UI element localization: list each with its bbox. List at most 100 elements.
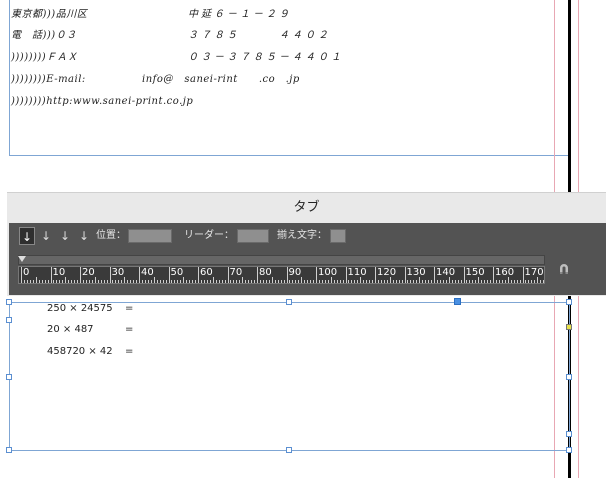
ruler-minor-tick: [121, 280, 123, 283]
ruler-label: 100: [318, 267, 338, 278]
ruler-minor-tick: [516, 280, 518, 283]
address-line-4-email: info@ sanei-rint .co .jp: [142, 74, 300, 85]
frame-handle-bottom-left[interactable]: [6, 447, 12, 453]
ruler-minor-tick: [77, 280, 79, 283]
indent-marker[interactable]: [18, 256, 26, 262]
ruler-minor-tick: [251, 280, 253, 283]
ruler-minor-tick: [369, 280, 371, 283]
center-tab-button[interactable]: ↓: [38, 227, 54, 245]
ruler-minor-tick: [212, 277, 214, 283]
frame-handle-selected[interactable]: [454, 298, 461, 305]
ruler-major-tick: [493, 267, 494, 283]
ruler-minor-tick: [271, 277, 273, 283]
ruler-minor-tick: [133, 280, 135, 283]
align-on-label: 揃え文字：: [277, 230, 327, 241]
ruler-minor-tick: [342, 280, 344, 283]
frame-handle-out-port[interactable]: [566, 431, 572, 437]
ruler-minor-tick: [501, 280, 503, 283]
frame-handle-bottom-right[interactable]: [566, 447, 572, 453]
address-line-2-left: 電 話)))０３: [11, 30, 77, 41]
ruler-minor-tick: [209, 280, 211, 283]
leader-input[interactable]: [237, 229, 269, 243]
frame-handle-top-left[interactable]: [6, 299, 12, 305]
ruler-minor-tick: [165, 280, 167, 283]
right-tab-button[interactable]: ↓: [57, 227, 73, 245]
ruler-minor-tick: [321, 280, 323, 283]
ruler-minor-tick: [466, 280, 468, 283]
ruler-label: 170: [524, 267, 544, 278]
ruler-minor-tick: [540, 280, 542, 283]
ruler-minor-tick: [29, 280, 31, 283]
frame-handle-middle-left[interactable]: [6, 374, 12, 380]
frame-handle-middle-right[interactable]: [566, 374, 572, 380]
ruler-major-tick: [257, 267, 258, 283]
frame-handle-corner-option[interactable]: [566, 324, 572, 330]
ruler-major-tick: [463, 267, 465, 283]
ruler-minor-tick: [218, 280, 220, 283]
ruler-minor-tick: [68, 280, 70, 283]
ruler-minor-tick: [475, 280, 477, 283]
ruler-minor-tick: [242, 277, 244, 283]
ruler-minor-tick: [245, 280, 247, 283]
frame-handle-bottom-center[interactable]: [286, 447, 292, 453]
ruler-minor-tick: [457, 280, 459, 283]
ruler-minor-tick: [268, 280, 270, 283]
ruler-label: 10: [52, 267, 66, 278]
ruler-minor-tick: [301, 277, 303, 283]
ruler-minor-tick: [422, 280, 424, 283]
ruler-minor-tick: [504, 280, 506, 283]
ruler-minor-tick: [460, 280, 462, 283]
address-line-3-right: ０３－３７８５－４４０１: [188, 52, 344, 63]
tab-stop-strip[interactable]: [18, 255, 545, 265]
ruler-minor-tick: [366, 280, 368, 283]
ruler-minor-tick: [310, 280, 312, 283]
ruler-minor-tick: [377, 280, 379, 283]
frame-handle-top-right[interactable]: [566, 299, 572, 305]
ruler-minor-tick: [147, 280, 149, 283]
calc-line-3: 458720 × 42: [47, 346, 113, 357]
ruler-minor-tick: [383, 280, 385, 283]
ruler-minor-tick: [295, 280, 297, 283]
ruler-minor-tick: [236, 280, 238, 283]
ruler-major-tick: [109, 267, 111, 283]
tab-ruler[interactable]: 0 10 20 30 40 50 60 70 80 90 100 110 120 130 140 150 160…: [18, 266, 545, 284]
ruler-minor-tick: [537, 277, 539, 283]
align-on-input[interactable]: [330, 229, 346, 243]
ruler-minor-tick: [32, 280, 34, 283]
ruler-minor-tick: [363, 280, 365, 283]
tabs-toolbar: ↓ ↓ ↓ ↓ 位置： リーダー： 揃え文字：: [9, 227, 606, 245]
ruler-minor-tick: [324, 280, 326, 283]
ruler-minor-tick: [35, 277, 37, 283]
ruler-minor-tick: [248, 280, 250, 283]
ruler-minor-tick: [254, 280, 256, 283]
ruler-minor-tick: [136, 280, 138, 283]
ruler-major-tick: [198, 267, 199, 283]
ruler-minor-tick: [425, 280, 427, 283]
ruler-minor-tick: [206, 280, 208, 283]
ruler-minor-tick: [44, 280, 46, 283]
ruler-minor-tick: [392, 280, 394, 283]
frame-handle-top-center[interactable]: [286, 299, 292, 305]
frame-handle-in-port[interactable]: [6, 317, 12, 323]
ruler-minor-tick: [274, 280, 276, 283]
left-tab-button[interactable]: ↓: [19, 227, 35, 245]
ruler-minor-tick: [525, 280, 527, 283]
ruler-label: 40: [141, 267, 154, 278]
position-input[interactable]: [128, 229, 172, 243]
ruler-major-tick: [286, 267, 288, 283]
align-tab-button[interactable]: ↓: [76, 227, 92, 245]
ruler-minor-tick: [174, 280, 176, 283]
ruler-minor-tick: [186, 280, 188, 283]
ruler-label: 20: [82, 267, 95, 278]
ruler-minor-tick: [283, 280, 285, 283]
address-line-3-left: ))))))))ＦＡＸ: [11, 52, 78, 63]
ruler-minor-tick: [469, 280, 471, 283]
ruler-label: 30: [111, 267, 125, 278]
ruler-minor-tick: [289, 280, 291, 283]
ruler-minor-tick: [386, 280, 388, 283]
ruler-minor-tick: [262, 280, 264, 283]
ruler-minor-tick: [215, 280, 217, 283]
ruler-minor-tick: [445, 280, 447, 283]
ruler-minor-tick: [428, 280, 430, 283]
magnet-icon[interactable]: [558, 260, 570, 274]
